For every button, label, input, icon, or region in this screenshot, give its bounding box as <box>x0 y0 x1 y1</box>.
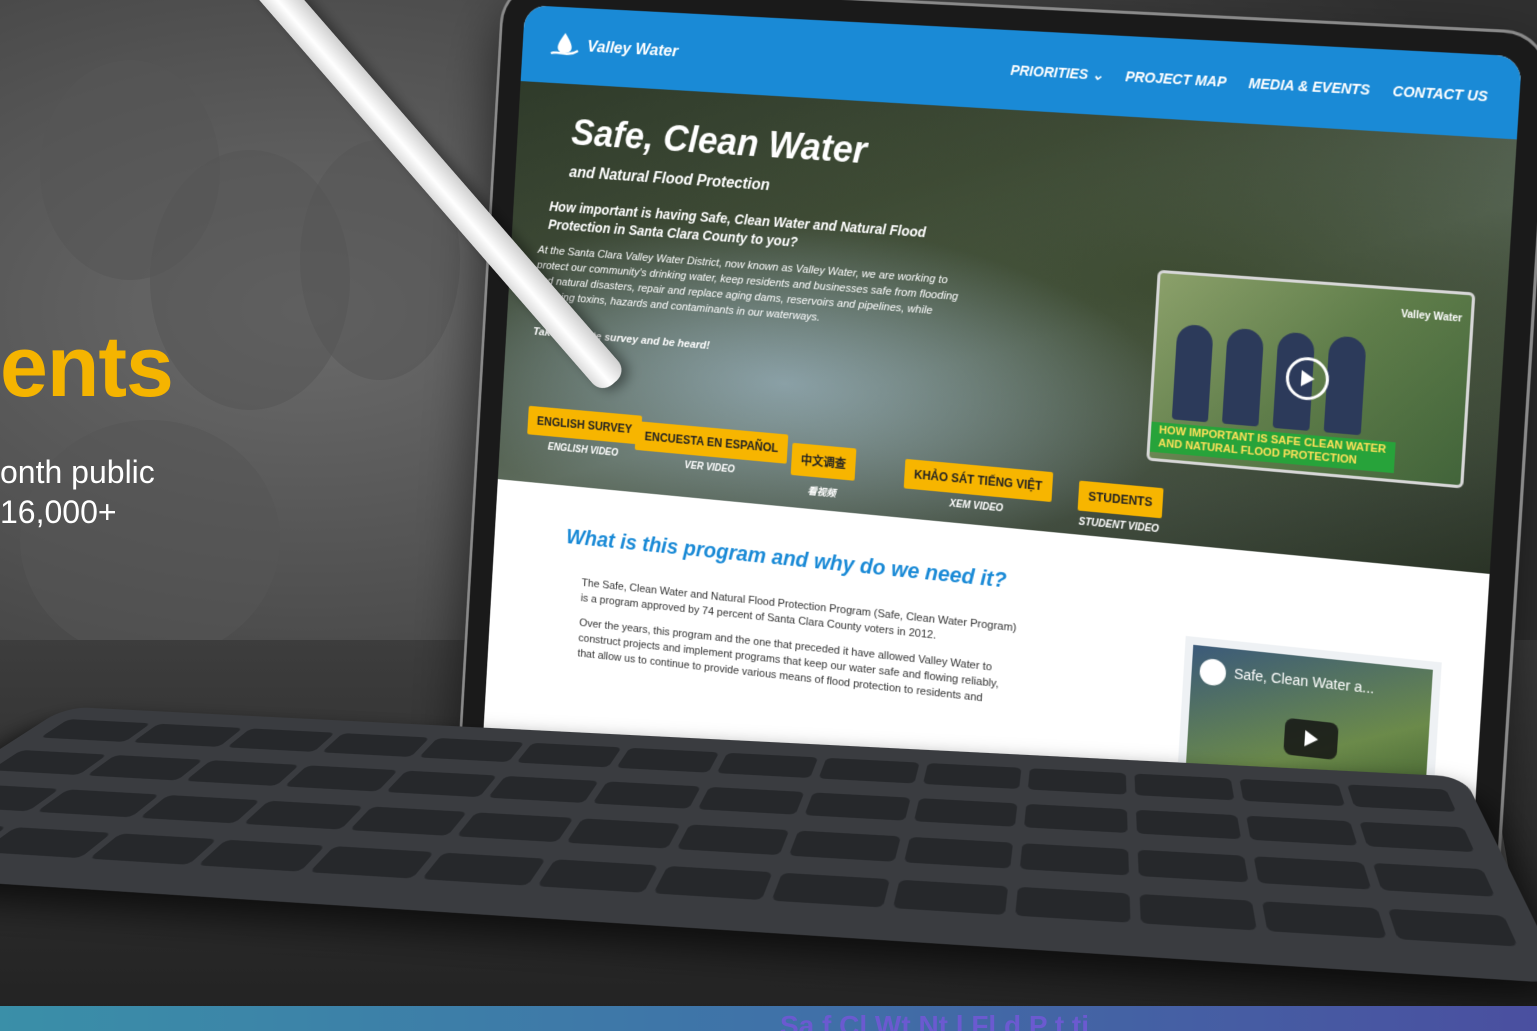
keyboard-key <box>818 757 920 784</box>
keyboard-key <box>132 723 243 747</box>
keyboard-key <box>697 786 805 815</box>
keyboard-key <box>40 719 152 742</box>
keyboard-key <box>892 879 1009 916</box>
keyboard-key <box>36 789 160 818</box>
keyboard-key <box>1135 809 1242 840</box>
program-text: The Safe, Clean Water and Natural Flood … <box>577 575 1022 710</box>
nav-media-events[interactable]: MEDIA & EVENTS <box>1248 74 1370 98</box>
keyboard-key <box>87 755 203 781</box>
slide-footer-text: Sa f Cl Wt Nt l Fl d P t ti <box>780 1010 1090 1031</box>
keyboard-key <box>1387 908 1518 947</box>
brand-name: Valley Water <box>586 37 679 61</box>
keyboard-key <box>1253 856 1371 890</box>
keyboard-key <box>536 859 659 893</box>
youtube-video-title: Safe, Clean Water a... <box>1233 665 1375 697</box>
slide-footer-bar: Sa f Cl Wt Nt l Fl d P t ti <box>0 1006 1537 1031</box>
keyboard-key <box>1246 815 1358 846</box>
slide-heading: ents <box>0 319 174 415</box>
survey-spanish: ENCUESTA EN ESPAÑOL VER VIDEO <box>634 421 789 480</box>
hero-subtitle: and Natural Flood Protection <box>568 164 771 195</box>
keyboard-key <box>1262 901 1387 939</box>
keyboard-key <box>903 836 1014 869</box>
keyboard-key <box>1239 778 1345 807</box>
keyboard-key <box>456 812 574 843</box>
english-survey-button[interactable]: ENGLISH SURVEY <box>527 405 643 445</box>
keyboard-key <box>771 872 890 908</box>
video-person <box>1221 327 1265 427</box>
keyboard-key <box>676 824 790 856</box>
keyboard-key <box>913 798 1018 827</box>
keyboard-key <box>1358 821 1475 853</box>
survey-chinese: 中文调查 看视频 <box>789 442 857 502</box>
keyboard-key <box>226 728 336 752</box>
keyboard-key <box>1020 843 1129 876</box>
site-brand[interactable]: Valley Water <box>549 30 679 66</box>
survey-english: ENGLISH SURVEY ENGLISH VIDEO <box>526 405 643 461</box>
youtube-play-icon[interactable] <box>1283 717 1339 761</box>
keyboard-key <box>139 794 261 824</box>
hero-video-card[interactable]: Valley Water HOW IMPORTANT IS SAFE CLEAN… <box>1146 269 1476 489</box>
chinese-survey-button[interactable]: 中文调查 <box>790 442 857 481</box>
keyboard-key <box>615 747 720 773</box>
slide-body-line: onth public <box>0 454 155 490</box>
keyboard-key <box>565 818 681 849</box>
keyboard-key <box>421 852 546 886</box>
video-thumbnail-people <box>1171 323 1367 436</box>
keyboard-key <box>1134 773 1235 801</box>
hero-title: Safe, Clean Water <box>570 112 868 173</box>
keyboard-key <box>1015 886 1131 923</box>
water-drop-logo-icon <box>549 30 581 60</box>
nav-menu: PRIORITIES ⌄ PROJECT MAP MEDIA & EVENTS … <box>1010 61 1488 105</box>
video-person <box>1171 323 1214 423</box>
keyboard-key <box>385 770 498 798</box>
keyboard-key <box>88 833 218 865</box>
nav-project-map[interactable]: PROJECT MAP <box>1125 68 1227 91</box>
keyboard-key <box>804 792 911 821</box>
keyboard-key <box>349 806 468 836</box>
nav-priorities[interactable]: PRIORITIES ⌄ <box>1010 61 1104 83</box>
keyboard-key <box>198 839 325 872</box>
keyboard-key <box>516 742 622 768</box>
keyboard-key <box>321 733 430 757</box>
keyboard-key <box>591 781 701 809</box>
nav-contact-us[interactable]: CONTACT US <box>1392 82 1488 105</box>
keyboard-key <box>1024 803 1128 833</box>
keyboard-key <box>653 865 774 901</box>
keyboard-key <box>185 760 300 786</box>
keyboard-key <box>1028 768 1127 795</box>
slide-body-line: 16,000+ <box>0 494 117 530</box>
survey-vietnamese: KHẢO SÁT TIẾNG VIỆT XEM VIDEO <box>903 458 1053 519</box>
video-logo: Valley Water <box>1400 308 1463 325</box>
slide-body-text: onth public 16,000+ <box>0 452 260 532</box>
keyboard-key <box>789 830 901 862</box>
video-person <box>1323 335 1367 436</box>
keyboard-key <box>1139 893 1258 931</box>
keyboard-key <box>1346 784 1457 813</box>
keyboard-key <box>487 775 599 803</box>
keyboard-key <box>308 846 435 879</box>
student-video-link[interactable]: STUDENT VIDEO <box>1077 516 1162 536</box>
keyboard-key <box>243 800 364 830</box>
channel-avatar <box>1198 657 1227 687</box>
keyboard-key <box>716 752 819 779</box>
keyboard-key <box>418 737 525 763</box>
keyboard-key <box>922 763 1022 790</box>
survey-students: STUDENTS STUDENT VIDEO <box>1077 480 1164 536</box>
students-survey-button[interactable]: STUDENTS <box>1077 480 1164 519</box>
chinese-video-link[interactable]: 看视频 <box>789 481 854 502</box>
keyboard-key <box>1372 862 1496 897</box>
keyboard-key <box>1137 849 1249 883</box>
keyboard-key <box>284 765 398 792</box>
